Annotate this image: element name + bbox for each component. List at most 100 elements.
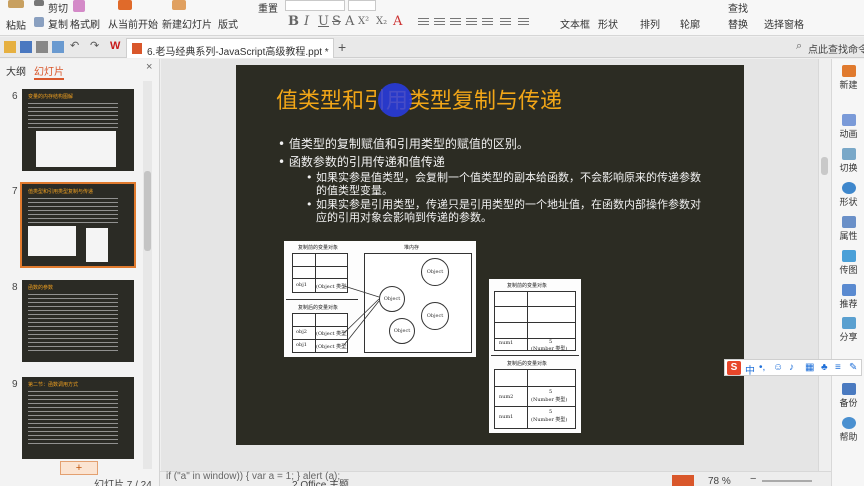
document-tab[interactable]: 6.老马经典系列-JavaScript高级教程.ppt * (126, 38, 334, 58)
strike-button[interactable]: S (332, 14, 341, 29)
share-icon (841, 317, 856, 329)
skin-icon[interactable]: ♣ (821, 362, 828, 373)
shape-button[interactable]: 形状 (598, 16, 618, 31)
slide-thumbnail-9[interactable]: 第二节：函数调用方式 (22, 377, 134, 459)
sidebar-item-help[interactable]: 帮助 (832, 417, 864, 443)
tab-slides[interactable]: 幻灯片 (34, 63, 64, 80)
print-icon[interactable] (36, 41, 48, 53)
slide-canvas[interactable]: 值类型和引用类型复制与传递 • 值类型的复制赋值和引用类型的赋值的区别。 • 函… (236, 65, 744, 445)
slide-thumbnail-7[interactable]: 值类型和引用类型复制与传递 (20, 182, 136, 268)
ime-language-toggle[interactable]: 中 (745, 362, 755, 377)
sogou-logo-icon[interactable]: S (727, 361, 741, 375)
slide-panel: 大纲 幻灯片 × 6 变量的内存结构图解 7 值类型和引用类型复制与传递 8 函… (0, 59, 160, 486)
subscript-button[interactable]: X₂ (376, 16, 387, 27)
backup-icon (841, 383, 856, 395)
reference-copy-diagram[interactable]: 复制前的变量对象 堆内存 obj1 (Object 类型) 复制后的变量对象 o… (284, 241, 476, 357)
format-painter-button[interactable]: 格式刷 (70, 16, 100, 31)
play-slideshow-button[interactable] (672, 475, 694, 486)
bullet-1[interactable]: • 值类型的复制赋值和引用类型的赋值的区别。 (278, 135, 529, 152)
sidebar-item-animation[interactable]: 动画 (832, 114, 864, 140)
after-copy-table: num2 5 (Number 类型) num1 5 (Number 类型) (494, 369, 576, 429)
justify-icon[interactable] (466, 18, 477, 27)
save-icon[interactable] (20, 41, 32, 53)
new-slide-icon[interactable] (172, 0, 186, 10)
zoom-level[interactable]: 78 % (708, 476, 731, 486)
paste-button[interactable]: 粘贴 (6, 17, 26, 32)
add-slide-button[interactable]: + (60, 461, 98, 475)
close-panel-icon[interactable]: × (146, 61, 152, 73)
format-painter-icon[interactable] (73, 0, 85, 12)
text-highlight-button[interactable]: A (393, 14, 402, 29)
tool-icon[interactable]: ✎ (849, 362, 857, 373)
select-pane-button[interactable]: 选择窗格 (764, 16, 804, 31)
reset-button[interactable]: 重置 (258, 0, 278, 15)
find-button[interactable]: 查找 (728, 0, 748, 15)
copy-button[interactable]: 复制 (48, 16, 68, 31)
from-current-button[interactable]: 从当前开始 (108, 16, 158, 31)
before-copy-caption: 复制前的变量对象 (507, 283, 548, 289)
command-search-label[interactable]: 点此查找命令 (808, 41, 864, 56)
sidebar-item-properties[interactable]: 属性 (832, 216, 864, 242)
sidebar-item-label: 推荐 (839, 299, 858, 309)
outline-button[interactable]: 轮廓 (680, 16, 700, 31)
italic-button[interactable]: I (304, 14, 309, 29)
new-slide-button[interactable]: 新建幻灯片 (162, 16, 212, 31)
text-direction-icon[interactable] (518, 18, 529, 27)
bold-button[interactable]: B (288, 14, 299, 29)
cut-icon[interactable] (34, 0, 44, 6)
font-name-select[interactable] (285, 0, 345, 11)
layout-button[interactable]: 版式 (218, 16, 238, 31)
ime-toolbar[interactable]: S 中 •, ☺ ♪ ▦ ♣ ≡ ✎ (724, 359, 862, 377)
new-icon (841, 65, 856, 77)
zoom-slider[interactable] (762, 480, 812, 482)
bullet-2[interactable]: • 函数参数的引用传递和值传递 (278, 153, 445, 170)
slide-panel-scrollbar[interactable] (143, 81, 152, 469)
paste-icon[interactable] (8, 0, 24, 8)
slide-thumbnail-6[interactable]: 变量的内存结构图解 (22, 89, 134, 171)
replace-button[interactable]: 替换 (728, 16, 748, 31)
distribute-icon[interactable] (482, 18, 493, 27)
sidebar-item-recommend[interactable]: 推荐 (832, 284, 864, 310)
sidebar-item-shape[interactable]: 形状 (832, 182, 864, 208)
sidebar-item-picture[interactable]: 传图 (832, 250, 864, 276)
sidebar-item-new[interactable]: 新建 (832, 65, 864, 91)
align-left-icon[interactable] (418, 18, 429, 27)
slide-title[interactable]: 值类型和引用类型复制与传递 (276, 83, 562, 115)
sub-bullet-2-cont[interactable]: 应的引用对象会影响到传递的参数。 (316, 209, 492, 225)
tab-outline[interactable]: 大纲 (6, 63, 26, 78)
search-icon[interactable]: ⌕ (796, 40, 802, 53)
preview-icon[interactable] (52, 41, 64, 53)
cut-button[interactable]: 剪切 (48, 0, 68, 15)
underline-button[interactable]: U (318, 14, 329, 29)
font-color-button[interactable]: A (345, 14, 354, 29)
slide-panel-scroll-thumb[interactable] (144, 171, 151, 251)
mouse-cursor-highlight (378, 83, 412, 117)
keyboard-icon[interactable]: ▦ (805, 362, 814, 373)
zoom-out-icon[interactable]: − (750, 473, 756, 485)
slideshow-icon[interactable] (118, 0, 132, 10)
canvas-vertical-scrollbar[interactable] (818, 59, 830, 471)
superscript-button[interactable]: X² (358, 16, 369, 27)
emoji-icon[interactable]: ☺ (773, 362, 783, 373)
font-size-select[interactable] (348, 0, 376, 11)
align-right-icon[interactable] (450, 18, 461, 27)
sidebar-item-share[interactable]: 分享 (832, 317, 864, 343)
sidebar-item-backup[interactable]: 备份 (832, 383, 864, 409)
canvas-scroll-thumb[interactable] (821, 157, 828, 175)
line-spacing-icon[interactable] (500, 18, 511, 27)
voice-icon[interactable]: ♪ (789, 362, 794, 373)
punctuation-icon[interactable]: •, (759, 362, 765, 373)
align-center-icon[interactable] (434, 18, 445, 27)
folder-icon[interactable] (4, 41, 16, 53)
copy-icon[interactable] (34, 17, 44, 27)
slide-thumbnail-8[interactable]: 函数的参数 (22, 280, 134, 362)
arrange-button[interactable]: 排列 (640, 16, 660, 31)
help-icon (841, 417, 856, 429)
undo-icon[interactable]: ↶ (70, 41, 82, 53)
redo-icon[interactable]: ↷ (90, 41, 102, 53)
new-tab-button[interactable]: + (338, 39, 346, 55)
menu-icon[interactable]: ≡ (835, 362, 841, 373)
textbox-button[interactable]: 文本框 (560, 16, 590, 31)
value-copy-diagram[interactable]: 复制前的变量对象 num1 5 (Number 类型) 复制后的变量对象 num… (489, 279, 581, 433)
sidebar-item-transition[interactable]: 切换 (832, 148, 864, 174)
